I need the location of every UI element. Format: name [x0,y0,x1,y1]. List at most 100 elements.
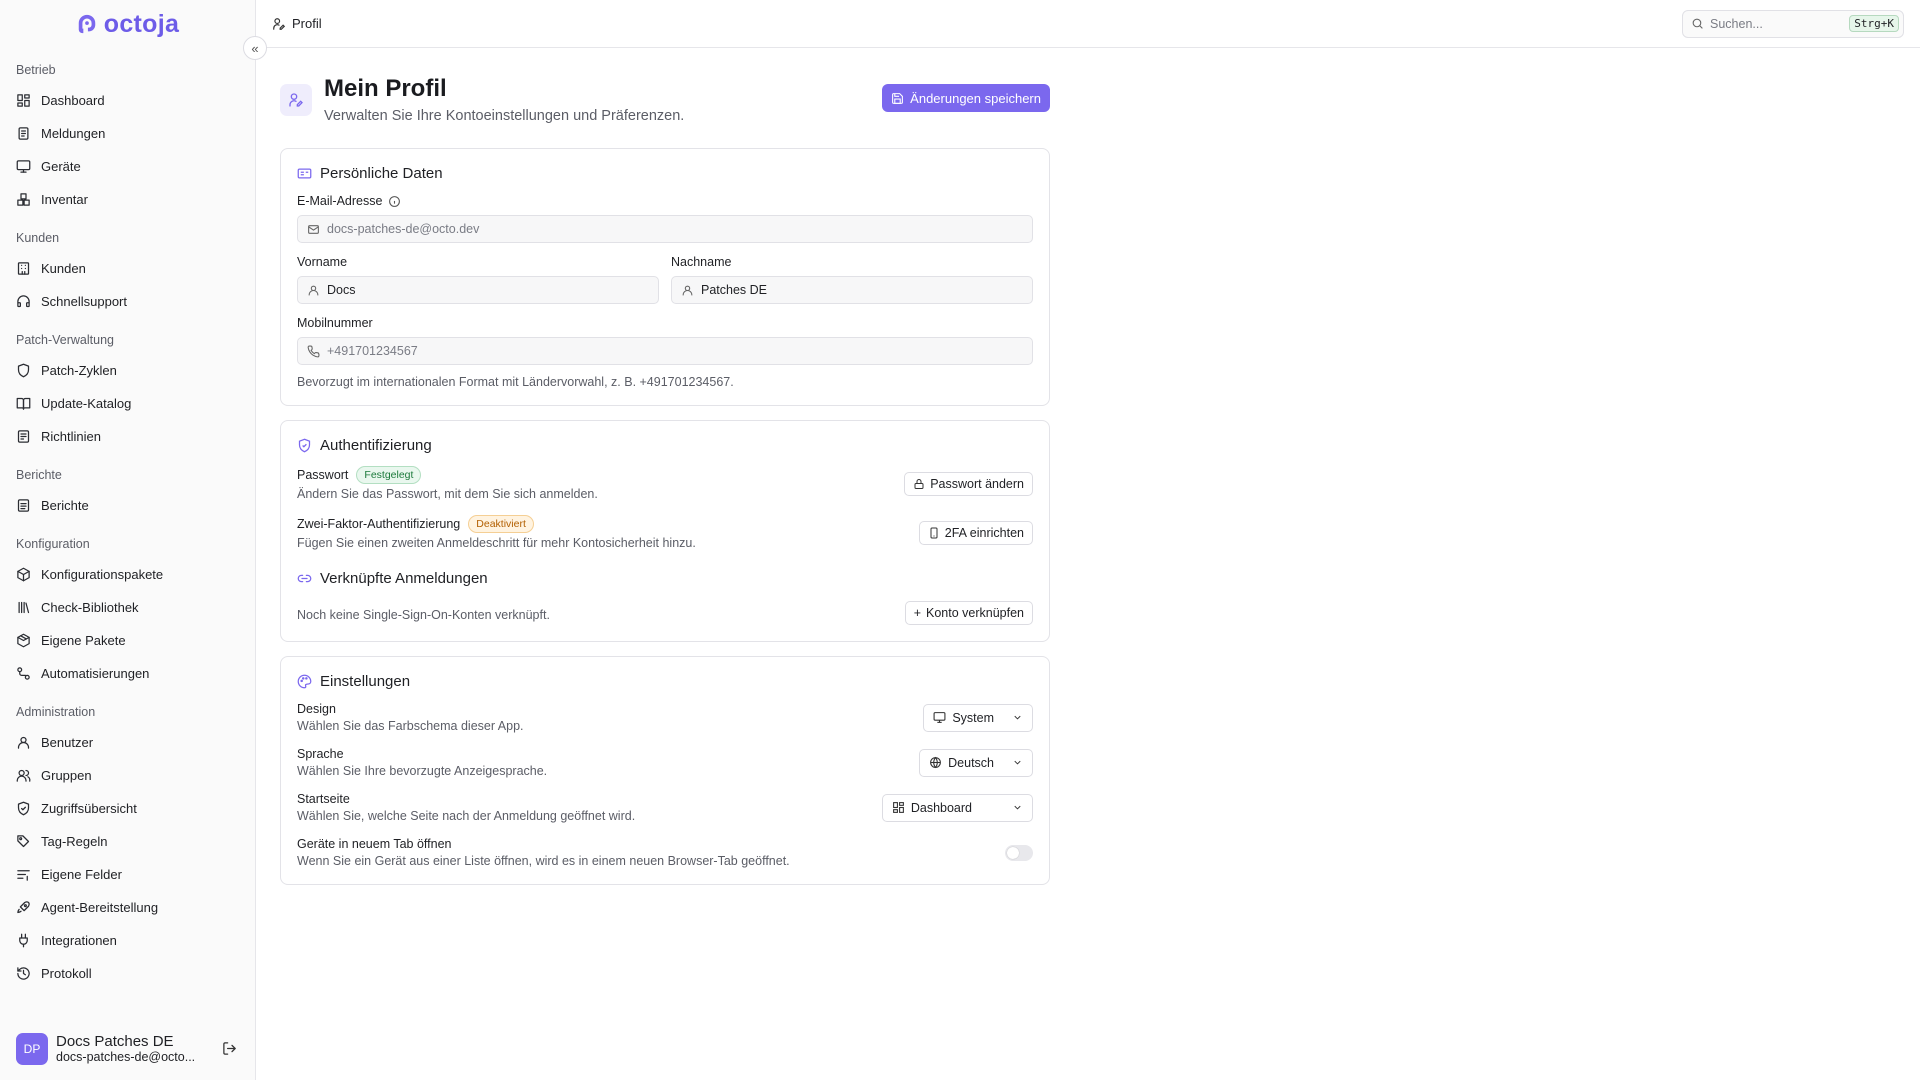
sidebar-item-zugriffsübersicht[interactable]: Zugriffsübersicht [0,792,255,825]
startpage-select[interactable]: Dashboard [881,793,1033,822]
setup-2fa-button[interactable]: 2FA einrichten [918,520,1033,545]
sidebar-item-kunden[interactable]: Kunden [0,252,255,285]
change-password-button[interactable]: Passwort ändern [904,471,1033,496]
sidebar-item-geräte[interactable]: Geräte [0,150,255,183]
lock-icon [914,478,924,489]
collapse-sidebar-button[interactable]: « [243,36,267,60]
search-box[interactable]: Strg+K [1682,9,1904,38]
password-desc: Ändern Sie das Passwort, mit dem Sie sic… [297,487,598,501]
logout-button[interactable] [219,1039,239,1059]
user-icon [17,736,30,749]
sidebar-item-eigene-felder[interactable]: Eigene Felder [0,858,255,891]
email-input[interactable] [327,222,1023,236]
password-title: Passwort Festgelegt [297,466,598,484]
plus-icon: + [913,606,921,620]
sidebar-item-gruppen[interactable]: Gruppen [0,759,255,792]
chevron-down-icon [1014,760,1021,765]
plug-icon [19,933,28,948]
building-icon [17,262,30,275]
startpage-select-value: Dashboard [910,800,972,815]
sidebar-item-label: Eigene Felder [41,867,122,882]
headset-icon [17,295,30,308]
sidebar-item-schnellsupport[interactable]: Schnellsupport [0,285,255,318]
startpage-desc: Wählen Sie, welche Seite nach der Anmeld… [297,809,636,823]
firstname-label: Vorname [297,255,348,269]
newtab-info: Geräte in neuem Tab öffnen Wenn Sie ein … [297,837,790,868]
sidebar-item-label: Protokoll [41,966,92,981]
info-icon[interactable] [388,195,401,208]
email-field[interactable] [297,215,1033,243]
page-header-left: Mein Profil Verwalten Sie Ihre Kontoeins… [280,74,684,124]
change-password-label: Passwort ändern [930,476,1024,491]
newtab-toggle[interactable] [1005,844,1033,861]
user-menu[interactable]: DP Docs Patches DE docs-patches-de@octo.… [0,1016,255,1080]
mobile-field[interactable] [297,337,1033,365]
sidebar-item-meldungen[interactable]: Meldungen [0,117,255,150]
firstname-field[interactable] [297,276,659,304]
library-icon [18,601,30,614]
firstname-input[interactable] [327,283,649,297]
sidebar-item-berichte[interactable]: Berichte [0,489,255,522]
monitor-icon [933,712,946,723]
sidebar-item-richtlinien[interactable]: Richtlinien [0,420,255,453]
nav-group: Administration Benutzer Gruppen Zugriffsübe… [0,698,255,990]
language-info: Sprache Wählen Sie Ihre bevorzugte Anzei… [297,747,547,778]
settings-title-text: Einstellungen [320,673,411,690]
save-button-label: Änderungen speichern [910,90,1041,106]
sidebar-item-label: Berichte [41,498,89,513]
profile-icon [280,84,312,116]
firstname-group: Vorname [297,255,659,316]
logo[interactable]: octoja [0,0,255,48]
link-icon [297,574,312,583]
monitor-icon [16,160,31,173]
report-icon [17,499,30,512]
dashboard-icon [892,802,904,813]
newtab-label: Geräte in neuem Tab öffnen [297,837,452,851]
password-row: Passwort Festgelegt Ändern Sie das Passw… [297,466,1033,501]
sidebar-item-label: Agent-Bereitstellung [41,900,159,915]
newtab-desc: Wenn Sie ein Gerät aus einer Liste öffne… [297,854,790,868]
design-label: Design [297,702,336,716]
page-subtitle: Verwalten Sie Ihre Kontoeinstellungen un… [324,108,685,124]
link-account-button[interactable]: + Konto verknüpfen [904,601,1033,625]
shield-check-icon [298,438,311,453]
book-icon [16,397,31,410]
lastname-group: Nachname [671,255,1033,316]
search-input[interactable] [1710,16,1844,31]
sidebar-item-benutzer[interactable]: Benutzer [0,726,255,759]
setup-2fa-label: 2FA einrichten [944,525,1024,540]
sidebar-item-label: Integrationen [41,933,117,948]
sidebar-item-dashboard[interactable]: Dashboard [0,84,255,117]
alerts-icon [18,127,29,140]
app-root: octoja « Betrieb Dashboard Meldungen Geräte… [0,0,1920,1080]
sidebar-item-eigene-pakete[interactable]: Eigene Pakete [0,624,255,657]
lastname-input[interactable] [701,283,1023,297]
phone-icon [307,345,320,357]
mobile-input[interactable] [327,344,1023,358]
sidebar-item-protokoll[interactable]: Protokoll [0,957,255,990]
page-title: Mein Profil [324,75,447,102]
nav-group-title: Berichte [16,468,62,482]
linked-logins-desc: Noch keine Single-Sign-On-Konten verknüp… [297,607,550,622]
sidebar-item-konfigurationspakete[interactable]: Konfigurationspakete [0,558,255,591]
language-select[interactable]: Deutsch [919,748,1033,777]
lastname-field[interactable] [671,276,1033,304]
password-info: Passwort Festgelegt Ändern Sie das Passw… [297,466,598,501]
sidebar: octoja « Betrieb Dashboard Meldungen Geräte… [0,0,267,1080]
sidebar-item-patch-zyklen[interactable]: Patch-Zyklen [0,354,255,387]
sidebar-item-label: Check-Bibliothek [41,600,139,615]
linked-logins-title-text: Verknüpfte Anmeldungen [320,570,488,587]
sidebar-item-tag-regeln[interactable]: Tag-Regeln [0,825,255,858]
nav-group-title: Konfiguration [16,537,90,551]
sidebar-item-inventar[interactable]: Inventar [0,183,255,216]
design-select[interactable]: System [923,703,1033,732]
nav-group: Patch-Verwaltung Patch-Zyklen Update-Katal… [0,326,255,453]
sidebar-item-automatisierungen[interactable]: Automatisierungen [0,657,255,690]
startpage-info: Startseite Wählen Sie, welche Seite nach… [297,792,635,823]
sidebar-item-update-katalog[interactable]: Update-Katalog [0,387,255,420]
sidebar-item-check-bibliothek[interactable]: Check-Bibliothek [0,591,255,624]
brand-name: octoja [103,9,180,38]
save-button[interactable]: Änderungen speichern [882,84,1050,112]
sidebar-item-integrationen[interactable]: Integrationen [0,924,255,957]
sidebar-item-agent-bereitstellung[interactable]: Agent-Bereitstellung [0,891,255,924]
